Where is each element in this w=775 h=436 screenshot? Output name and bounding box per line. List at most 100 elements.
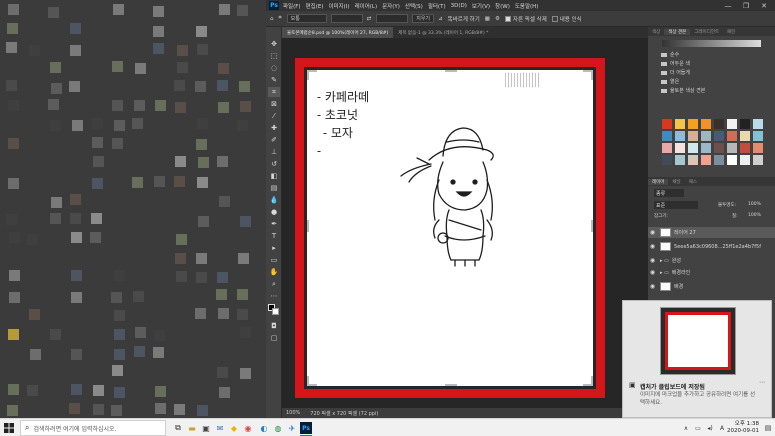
screen-mode-icon[interactable]: ▢ <box>268 333 280 343</box>
overlay-grid-icon[interactable]: ▦ <box>485 16 490 22</box>
swatch-folder[interactable]: 더 어둡게 <box>648 68 775 77</box>
color-swatch[interactable] <box>727 143 737 153</box>
maximize-icon[interactable]: ❐ <box>738 1 754 10</box>
color-swatch[interactable] <box>701 155 711 165</box>
recent-colors-strip[interactable] <box>662 40 761 47</box>
file-explorer-icon[interactable]: ▬ <box>186 422 198 434</box>
tab-gradients[interactable]: 그레이디언트 <box>690 29 723 35</box>
color-swatch[interactable] <box>714 155 724 165</box>
color-swatch[interactable] <box>740 119 750 129</box>
more-tools-icon[interactable]: ⋯ <box>268 291 280 301</box>
menu-3d[interactable]: 3D(D) <box>451 3 467 9</box>
color-swatch[interactable] <box>753 155 763 165</box>
crop-tool-icon[interactable]: ⌗ <box>268 87 280 97</box>
tab-layers[interactable]: 레이어 <box>648 178 669 185</box>
color-swatch[interactable] <box>662 143 672 153</box>
taskbar-search-box[interactable]: ⌕ 검색하려면 여기에 입력하십시오. <box>20 420 166 436</box>
color-swatch[interactable] <box>688 155 698 165</box>
tab-paths[interactable]: 패스 <box>685 179 701 185</box>
document-canvas[interactable]: - 카페라떼 - 초코넛 - 모자 - <box>307 70 593 386</box>
close-icon[interactable]: ✕ <box>756 1 772 10</box>
color-swatch[interactable] <box>675 155 685 165</box>
color-swatch[interactable] <box>714 143 724 153</box>
menu-select[interactable]: 선택(S) <box>405 2 423 10</box>
eye-icon[interactable]: ◉ <box>648 257 657 264</box>
screenshot-preview[interactable] <box>660 307 736 375</box>
color-swatch[interactable] <box>753 143 763 153</box>
tab-color[interactable]: 색상 <box>648 29 664 35</box>
eye-icon[interactable]: ◉ <box>648 229 657 236</box>
blend-mode-select[interactable]: 표준 <box>654 201 698 209</box>
stamp-tool-icon[interactable]: ⊥ <box>268 147 280 157</box>
app-icon[interactable]: ◍ <box>272 422 284 434</box>
screenshot-notification[interactable]: ▣ 캡처가 클립보드에 저장됨 이미지에 마크업을 추가하고 공유하려면 여기를… <box>622 300 772 418</box>
eye-icon[interactable]: ◉ <box>648 243 657 250</box>
lasso-tool-icon[interactable]: ◌ <box>268 63 280 73</box>
layer-group-row[interactable]: ◉ ▸ ▭ 배경라인 <box>648 267 775 278</box>
move-tool-icon[interactable]: ✥ <box>268 39 280 49</box>
eraser-tool-icon[interactable]: ◧ <box>268 171 280 181</box>
network-icon[interactable]: ▭ <box>692 422 704 434</box>
color-swatch[interactable] <box>727 155 737 165</box>
task-view-icon[interactable]: ⧉ <box>172 422 184 434</box>
color-swatch[interactable] <box>675 143 685 153</box>
shape-tool-icon[interactable]: ▭ <box>268 255 280 265</box>
zoom-tool-icon[interactable]: ⌕ <box>268 279 280 289</box>
path-select-tool-icon[interactable]: ▸ <box>268 243 280 253</box>
gradient-tool-icon[interactable]: ▤ <box>268 183 280 193</box>
document-info[interactable]: 720 픽셀 x 720 픽셀 (72 ppi) <box>310 410 378 417</box>
menu-type[interactable]: 문자(Y) <box>382 2 400 10</box>
color-swatch[interactable] <box>714 119 724 129</box>
color-swatch[interactable] <box>688 131 698 141</box>
volume-icon[interactable]: ◂) <box>704 422 716 434</box>
messenger-icon[interactable]: ✈ <box>286 422 298 434</box>
menu-help[interactable]: 도움말(H) <box>515 2 539 10</box>
tab-document-1[interactable]: 율토본메럽순8.psd @ 100%(레이어 27, RGB/8#) <box>282 27 394 38</box>
swatch-folder[interactable]: 순수 <box>648 50 775 59</box>
color-swatch[interactable] <box>662 119 672 129</box>
delete-cropped-checkbox[interactable] <box>504 15 511 22</box>
zoom-level[interactable]: 100% <box>286 410 300 416</box>
color-swatch[interactable] <box>675 131 685 141</box>
tab-patterns[interactable]: 패턴 <box>723 29 739 35</box>
more-options-icon[interactable]: ⋯ <box>759 379 765 386</box>
history-brush-tool-icon[interactable]: ↺ <box>268 159 280 169</box>
edge-icon[interactable]: ◐ <box>258 422 270 434</box>
swatch-folder-open[interactable]: 율토본 색상 견본 <box>648 86 775 95</box>
color-swatches-icon[interactable] <box>268 304 280 315</box>
color-swatch[interactable] <box>740 143 750 153</box>
menu-image[interactable]: 이미지(I) <box>328 2 349 10</box>
marquee-tool-icon[interactable]: ⬚ <box>268 51 280 61</box>
menu-edit[interactable]: 편집(E) <box>306 2 324 10</box>
eye-icon[interactable]: ◉ <box>648 269 657 276</box>
crop-height-field[interactable] <box>376 14 409 23</box>
color-swatch[interactable] <box>688 143 698 153</box>
chrome-icon[interactable]: ◉ <box>242 422 254 434</box>
color-swatch[interactable] <box>714 131 724 141</box>
color-swatch[interactable] <box>662 131 672 141</box>
blur-tool-icon[interactable]: 💧 <box>268 195 280 205</box>
healing-tool-icon[interactable]: ✚ <box>268 123 280 133</box>
menu-layer[interactable]: 레이어(L) <box>355 2 378 10</box>
store-icon[interactable]: ▣ <box>200 422 212 434</box>
brush-tool-icon[interactable]: ✐ <box>268 135 280 145</box>
color-swatch[interactable] <box>662 155 672 165</box>
swap-icon[interactable]: ⇄ <box>367 16 372 22</box>
tab-channels[interactable]: 채널 <box>668 179 684 185</box>
menu-view[interactable]: 보기(V) <box>472 2 490 10</box>
menu-file[interactable]: 파일(F) <box>283 2 301 10</box>
hand-tool-icon[interactable]: ✋ <box>268 267 280 277</box>
color-swatch[interactable] <box>753 119 763 129</box>
canvas-area[interactable]: - 카페라떼 - 초코넛 - 모자 - <box>282 38 648 408</box>
crop-width-field[interactable] <box>330 14 363 23</box>
layer-kind-filter[interactable]: 종류 <box>654 189 684 197</box>
layer-group-row[interactable]: ◉ ▸ ▭ 완성 <box>648 255 775 266</box>
layer-row[interactable]: ◉ 5eee5a63c09608...25ff1e2a4b7f5f <box>648 241 775 252</box>
menu-window[interactable]: 창(W) <box>495 2 510 10</box>
color-swatch[interactable] <box>701 119 711 129</box>
color-swatch[interactable] <box>753 131 763 141</box>
straighten-label[interactable]: 똑바르게 하기 <box>448 15 480 23</box>
taskbar-clock[interactable]: 오후 1:38 2020-09-01 <box>727 421 759 435</box>
minimize-icon[interactable]: — <box>720 1 736 10</box>
tab-swatches[interactable]: 색상 견본 <box>664 28 691 35</box>
